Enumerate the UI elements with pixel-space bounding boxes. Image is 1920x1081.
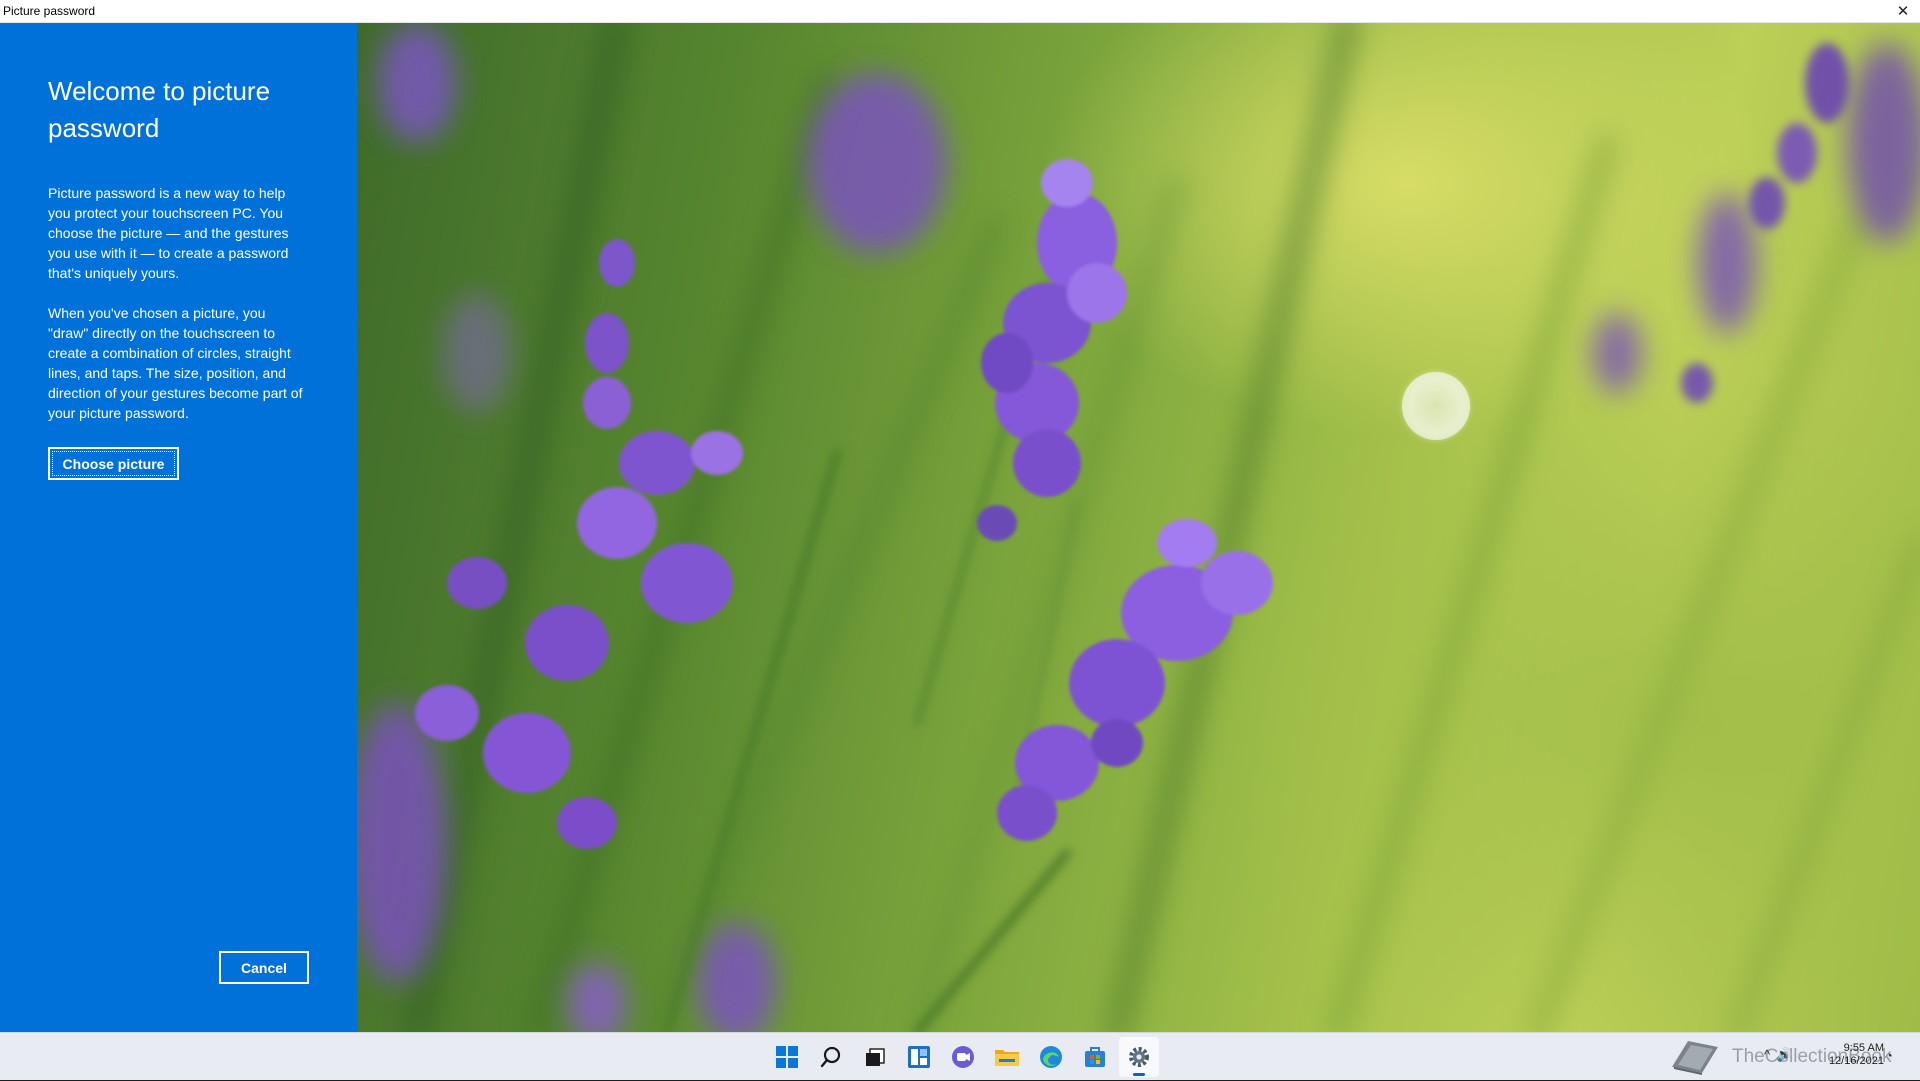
taskbar: TheCollectionBook ^ 🔊 9:55 AM 12/16/2021… — [0, 1032, 1920, 1080]
clock-date: 12/16/2021 — [1828, 1055, 1884, 1067]
close-icon[interactable]: ✕ — [1886, 0, 1920, 23]
windows-start-icon[interactable] — [767, 1037, 807, 1077]
edge-browser-icon[interactable] — [1031, 1037, 1071, 1077]
taskbar-pinned-apps — [767, 1033, 1159, 1081]
lavender-photo — [357, 23, 1920, 1032]
settings-icon[interactable] — [1119, 1037, 1159, 1077]
search-icon[interactable] — [811, 1037, 851, 1077]
chat-icon[interactable] — [943, 1037, 983, 1077]
tap-indicator — [1402, 372, 1470, 440]
clock-time: 9:55 AM — [1843, 1042, 1884, 1054]
volume-icon[interactable]: 🔊 — [1776, 1047, 1792, 1063]
description-paragraph-2: When you've chosen a picture, you "draw"… — [48, 305, 303, 421]
picture-area[interactable] — [357, 23, 1920, 1032]
instruction-panel: Welcome to picture password Picture pass… — [0, 23, 357, 1032]
window-title-bar: Picture password ✕ — [0, 0, 1920, 23]
file-explorer-icon[interactable] — [987, 1037, 1027, 1077]
task-view-icon[interactable] — [855, 1037, 895, 1077]
window-title: Picture password — [3, 4, 96, 18]
widgets-icon[interactable] — [899, 1037, 939, 1077]
book-icon — [1672, 1041, 1718, 1075]
system-tray[interactable]: ^ 🔊 — [1764, 1047, 1792, 1063]
cancel-button[interactable]: Cancel — [219, 951, 309, 984]
chevron-up-icon[interactable]: ^ — [1764, 1047, 1770, 1063]
page-title: Welcome to picture password — [48, 76, 271, 143]
clock[interactable]: 9:55 AM 12/16/2021 — [1814, 1042, 1884, 1068]
notification-icon[interactable]: ◔ — [1885, 1048, 1893, 1063]
store-icon[interactable] — [1075, 1037, 1115, 1077]
choose-picture-button[interactable]: Choose picture — [48, 447, 179, 480]
description-paragraph-1: Picture password is a new way to help yo… — [48, 185, 289, 281]
